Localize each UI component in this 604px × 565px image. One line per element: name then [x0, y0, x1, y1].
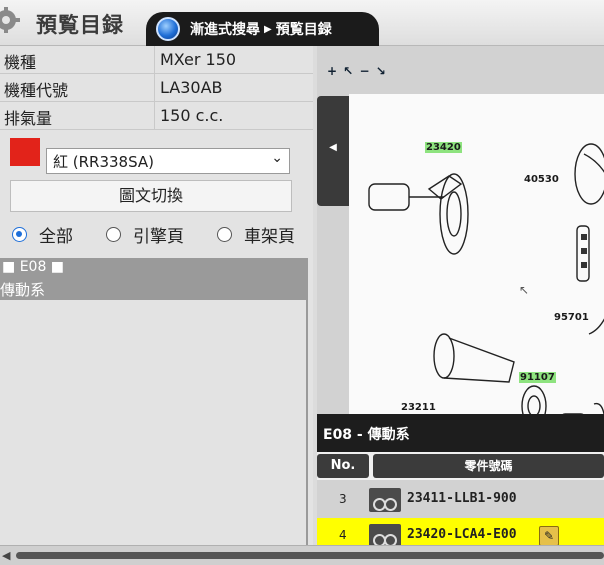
parts-section-title: E08 - 傳動系: [317, 414, 604, 452]
filter-all-radio[interactable]: 全部: [12, 222, 73, 247]
column-header-no: No.: [317, 454, 369, 478]
radio-selected-icon[interactable]: [12, 227, 27, 242]
diagram-panel: + ↖ − ↘ ◀ ↖ 23420 40530 23211 91107 9570…: [317, 46, 604, 554]
motorcycle-icon: [369, 488, 401, 512]
group-name: 傳動系: [0, 281, 46, 299]
breadcrumb-item-search[interactable]: 漸進式搜尋: [190, 19, 260, 39]
color-select-value: 紅 (RR338SA): [53, 153, 155, 171]
breadcrumb: 漸進式搜尋 ▶ 預覧目録: [146, 12, 379, 46]
column-header-part-number: 零件號碼: [373, 454, 604, 478]
page-title: 預覧目録: [36, 13, 124, 37]
group-item-selected[interactable]: ■ E08 ■ 傳動系: [0, 258, 307, 300]
breadcrumb-item-current: 預覧目録: [275, 22, 332, 38]
svg-text:↖: ↖: [519, 283, 529, 297]
radio-icon[interactable]: [106, 227, 121, 242]
filter-engine-label: 引擎頁: [133, 227, 184, 247]
filter-frame-label: 車架頁: [244, 227, 295, 247]
view-toggle-button[interactable]: 圖文切換: [10, 180, 292, 212]
model-value: MXer 150: [160, 50, 237, 69]
filter-engine-radio[interactable]: 引擎頁: [106, 222, 184, 247]
color-select[interactable]: 紅 (RR338SA) ⌄: [46, 148, 290, 174]
row-no: 3: [339, 492, 347, 506]
callout-91107[interactable]: 91107: [519, 372, 556, 383]
vehicle-panel: 機種 MXer 150 機種代號 LA30AB 排氣量 150 c.c. 紅 (…: [0, 46, 313, 545]
model-code-value: LA30AB: [160, 78, 223, 97]
collapse-panel-button[interactable]: ◀: [317, 96, 349, 206]
group-code: ■ E08 ■: [2, 259, 65, 275]
panel-divider: [306, 258, 308, 545]
chevron-right-icon: ▶: [264, 23, 272, 35]
callout-40530[interactable]: 40530: [524, 174, 559, 185]
filter-all-label: 全部: [39, 227, 73, 247]
model-code-label: 機種代號: [4, 81, 69, 100]
chevron-down-icon[interactable]: ⌄: [271, 150, 283, 166]
scrollbar-thumb[interactable]: [16, 552, 604, 559]
displacement-label: 排氣量: [4, 109, 53, 128]
filter-frame-radio[interactable]: 車架頁: [217, 222, 295, 247]
exploded-parts-diagram[interactable]: ↖ 23420 40530 23211 91107 95701: [349, 94, 604, 456]
model-label: 機種: [4, 53, 37, 72]
callout-23211[interactable]: 23211: [401, 402, 436, 413]
row-part-number[interactable]: 23411-LLB1-900: [407, 491, 517, 506]
zoom-toolbar[interactable]: + ↖ − ↘: [327, 64, 387, 78]
diagram-drawing: ↖: [368, 143, 604, 454]
row-no: 4: [339, 528, 347, 542]
globe-icon[interactable]: [156, 17, 180, 41]
page-filter: 全部 引擎頁 車架頁: [0, 216, 313, 254]
radio-icon[interactable]: [217, 227, 232, 242]
callout-23420[interactable]: 23420: [425, 142, 462, 153]
app-header: 預覧目録 漸進式搜尋 ▶ 預覧目録: [0, 0, 604, 46]
horizontal-scrollbar[interactable]: ◀: [0, 545, 604, 565]
color-swatch: [10, 138, 40, 166]
gear-icon: [0, 7, 20, 33]
callout-95701[interactable]: 95701: [554, 312, 589, 323]
parts-table-header: No. 零件號碼: [317, 452, 604, 480]
displacement-value: 150 c.c.: [160, 106, 224, 125]
scroll-left-icon[interactable]: ◀: [2, 549, 10, 562]
info-row-model: 機種 MXer 150: [0, 46, 313, 74]
edit-icon[interactable]: ✎: [539, 526, 559, 546]
info-row-displacement: 排氣量 150 c.c.: [0, 102, 313, 130]
row-part-number[interactable]: 23420-LCA4-E00: [407, 527, 517, 542]
info-row-model-code: 機種代號 LA30AB: [0, 74, 313, 102]
table-row[interactable]: 3 23411-LLB1-900: [317, 482, 604, 518]
